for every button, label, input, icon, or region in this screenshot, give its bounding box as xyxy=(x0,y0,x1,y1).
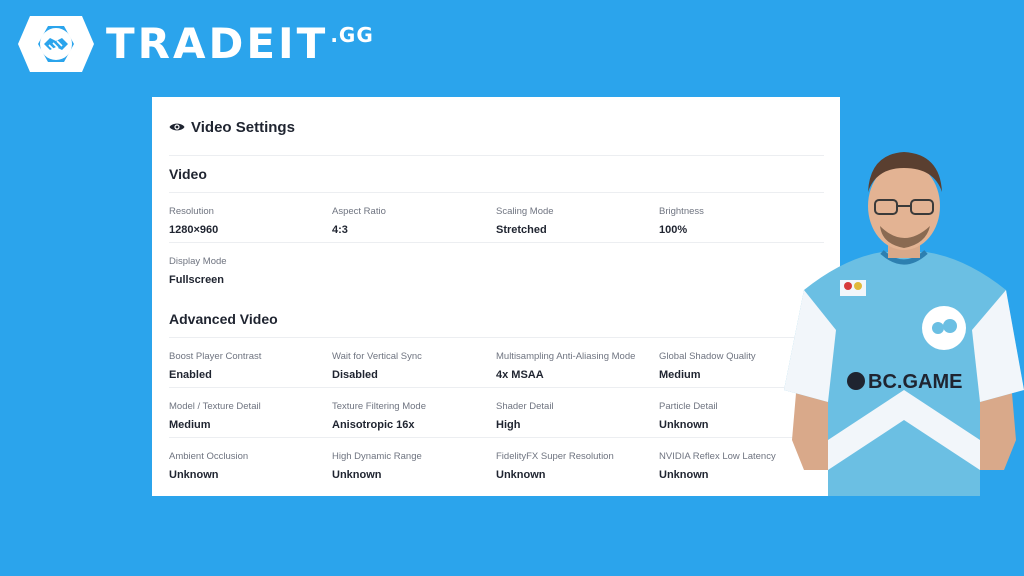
setting-label: Multisampling Anti-Aliasing Mode xyxy=(496,351,636,362)
setting-value: High xyxy=(496,419,521,431)
setting-label: High Dynamic Range xyxy=(332,451,422,462)
setting-label: Shader Detail xyxy=(496,401,554,412)
setting-label: Texture Filtering Mode xyxy=(332,401,426,412)
setting-label: Wait for Vertical Sync xyxy=(332,351,422,362)
setting-texture-filtering-mode: Texture Filtering Mode Anisotropic 16x xyxy=(332,388,496,437)
setting-value: Disabled xyxy=(332,369,378,381)
setting-value: Enabled xyxy=(169,369,212,381)
setting-display-mode: Display Mode Fullscreen xyxy=(169,243,332,293)
panel-title: Video Settings xyxy=(191,118,295,136)
setting-value: Unknown xyxy=(169,469,219,481)
setting-value: Unknown xyxy=(332,469,382,481)
settings-row: Ambient Occlusion Unknown High Dynamic R… xyxy=(169,438,824,488)
jersey-sponsor-text: BC.GAME xyxy=(868,371,962,393)
setting-scaling-mode: Scaling Mode Stretched xyxy=(496,193,659,242)
setting-shader-detail: Shader Detail High xyxy=(496,388,659,437)
setting-value: Medium xyxy=(169,419,211,431)
setting-label: Display Mode xyxy=(169,256,227,267)
brand-tld: .GG xyxy=(330,23,374,47)
handshake-logo-icon xyxy=(18,16,94,72)
setting-value: Stretched xyxy=(496,224,547,236)
setting-label: Scaling Mode xyxy=(496,206,554,217)
setting-resolution: Resolution 1280×960 xyxy=(169,193,332,242)
setting-fidelityfx-super-resolution: FidelityFX Super Resolution Unknown xyxy=(496,438,659,488)
brand-name: TRADEIT xyxy=(106,19,329,68)
tradeit-logo: TRADEIT .GG xyxy=(16,12,374,76)
sponsor-logo-icon xyxy=(840,280,866,296)
setting-value: Fullscreen xyxy=(169,274,225,286)
setting-label: Aspect Ratio xyxy=(332,206,386,217)
setting-label: FidelityFX Super Resolution xyxy=(496,451,614,462)
brand-wordmark: TRADEIT .GG xyxy=(106,23,374,65)
setting-value: 4:3 xyxy=(332,224,348,236)
setting-ambient-occlusion: Ambient Occlusion Unknown xyxy=(169,438,332,488)
setting-label: Boost Player Contrast xyxy=(169,351,262,362)
setting-value: Anisotropic 16x xyxy=(332,419,415,431)
video-settings-panel: Video Settings Video Resolution 1280×960… xyxy=(152,97,840,496)
bc-game-logo-icon xyxy=(847,372,865,390)
setting-label: Resolution xyxy=(169,206,214,217)
setting-vertical-sync: Wait for Vertical Sync Disabled xyxy=(332,338,496,387)
setting-label: Model / Texture Detail xyxy=(169,401,261,412)
settings-row: Display Mode Fullscreen xyxy=(169,243,824,293)
settings-row: Resolution 1280×960 Aspect Ratio 4:3 Sca… xyxy=(169,193,824,243)
settings-row: Model / Texture Detail Medium Texture Fi… xyxy=(169,388,824,438)
setting-model-texture-detail: Model / Texture Detail Medium xyxy=(169,388,332,437)
player-photo: BC.GAME xyxy=(784,152,1024,496)
panel-header: Video Settings xyxy=(169,99,824,156)
setting-label: Ambient Occlusion xyxy=(169,451,249,462)
section-title-advanced-video: Advanced Video xyxy=(169,301,824,338)
section-title-video: Video xyxy=(169,156,824,193)
setting-high-dynamic-range: High Dynamic Range Unknown xyxy=(332,438,496,488)
setting-aspect-ratio: Aspect Ratio 4:3 xyxy=(332,193,496,242)
setting-boost-player-contrast: Boost Player Contrast Enabled xyxy=(169,338,332,387)
setting-msaa-mode: Multisampling Anti-Aliasing Mode 4x MSAA xyxy=(496,338,659,387)
eye-icon xyxy=(169,123,185,131)
settings-row: Boost Player Contrast Enabled Wait for V… xyxy=(169,338,824,388)
setting-value: Unknown xyxy=(496,469,546,481)
setting-value: 1280×960 xyxy=(169,224,219,236)
setting-value: 4x MSAA xyxy=(496,369,544,381)
